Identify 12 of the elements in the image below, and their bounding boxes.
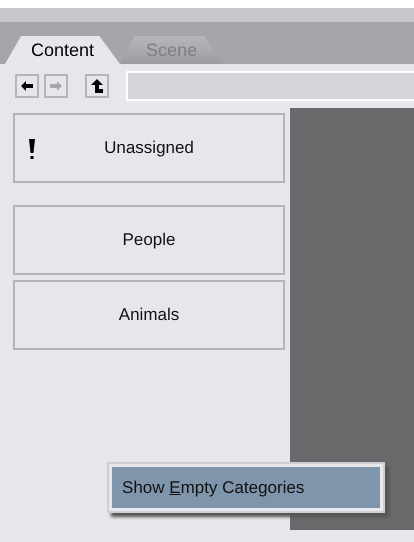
address-field[interactable] (126, 71, 414, 101)
up-arrow-button[interactable] (85, 74, 109, 98)
right-arrow-icon (50, 81, 62, 91)
category-button[interactable]: People (13, 205, 285, 275)
category-button[interactable]: Unassigned (13, 113, 285, 183)
up-arrow-icon (91, 79, 103, 93)
tab[interactable]: Content (5, 36, 120, 64)
left-arrow-icon (21, 81, 33, 91)
back-arrow-button[interactable] (15, 74, 39, 98)
menu-item[interactable]: Show Empty Categories (112, 467, 380, 508)
category-button[interactable]: Animals (13, 280, 285, 350)
exclamation-icon (29, 139, 35, 161)
